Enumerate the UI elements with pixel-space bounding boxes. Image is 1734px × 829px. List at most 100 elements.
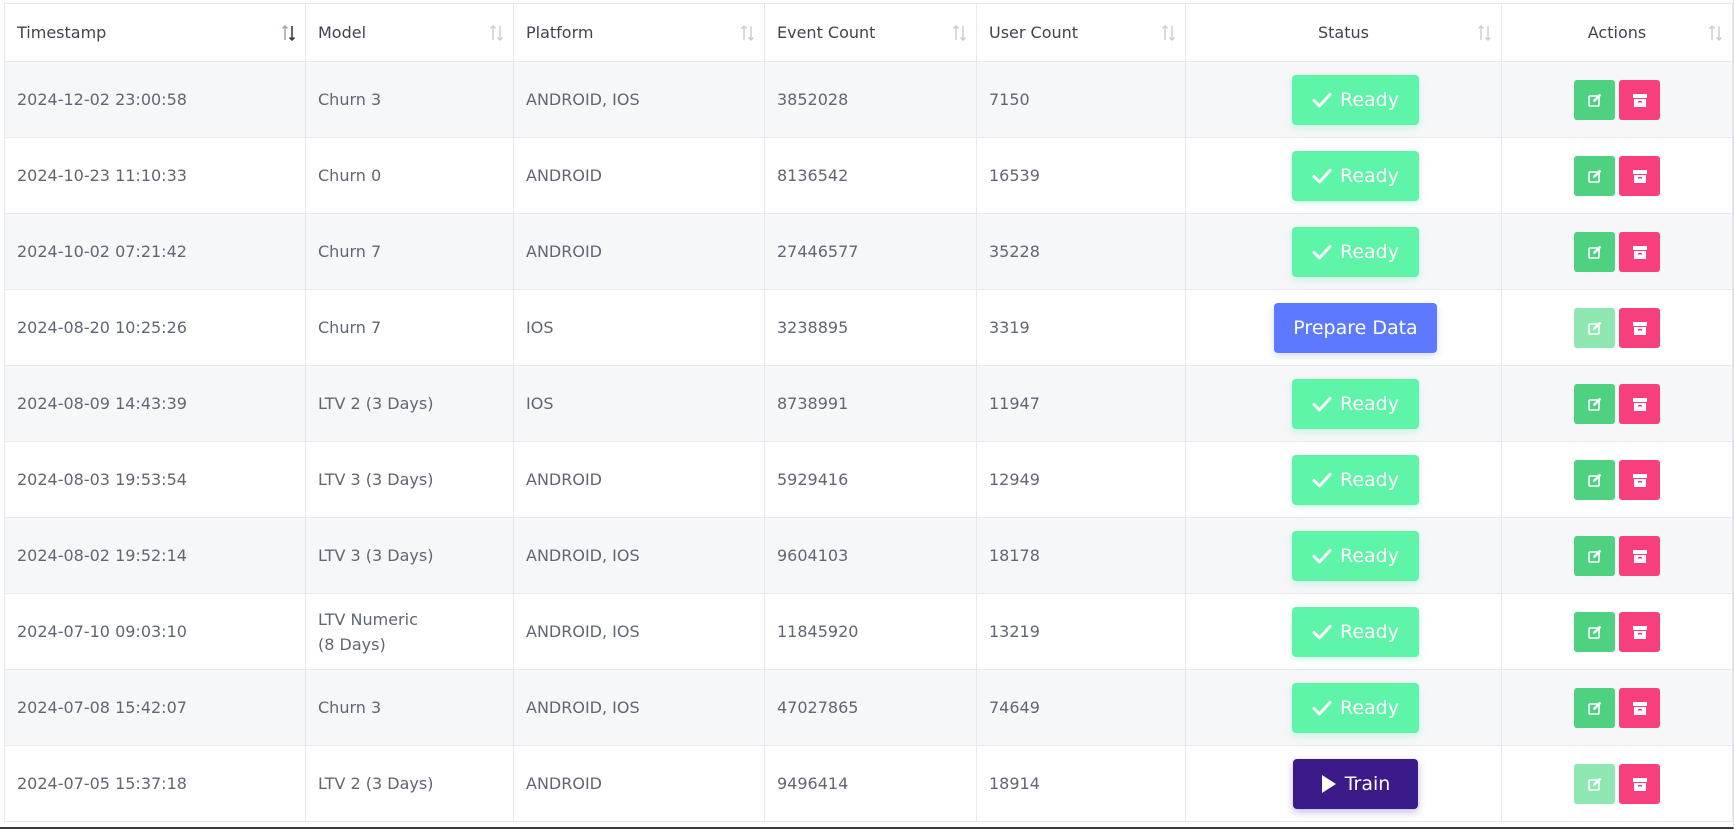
column-header-label: Event Count: [777, 23, 876, 42]
column-header-label: Status: [1318, 23, 1369, 42]
column-header-status[interactable]: Status: [1185, 3, 1502, 62]
play-icon: [1321, 774, 1336, 793]
cell-actions: [1501, 213, 1733, 290]
prepare-data-button[interactable]: Prepare Data: [1274, 302, 1437, 353]
archive-button[interactable]: [1619, 687, 1660, 728]
cell-timestamp: 2024-07-10 09:03:10: [4, 593, 306, 670]
archive-button[interactable]: [1619, 535, 1660, 576]
timestamp-text: 2024-08-03 19:53:54: [17, 470, 187, 489]
user-count-text: 16539: [989, 166, 1040, 185]
edit-button[interactable]: [1574, 763, 1615, 804]
model-text: LTV 2 (3 Days): [318, 394, 434, 413]
model-text-line: LTV Numeric: [318, 609, 418, 629]
user-count-text: 12949: [989, 470, 1040, 489]
archive-icon: [1632, 397, 1647, 411]
status-ready-button[interactable]: Ready: [1292, 74, 1419, 125]
cell-user-count: 18914: [976, 745, 1186, 822]
event-count-text: 27446577: [777, 242, 859, 261]
event-count-text: 11845920: [777, 622, 859, 641]
edit-button[interactable]: [1574, 231, 1615, 272]
check-icon: [1312, 396, 1332, 411]
archive-button[interactable]: [1619, 459, 1660, 500]
column-header-platform[interactable]: Platform: [513, 3, 765, 62]
sort-icon[interactable]: [952, 23, 968, 43]
status-ready-label: Ready: [1340, 620, 1399, 643]
user-count-text: 35228: [989, 242, 1040, 261]
cell-event-count: 9604103: [764, 517, 977, 594]
status-ready-button[interactable]: Ready: [1292, 226, 1419, 277]
cell-status: Ready: [1185, 593, 1502, 670]
sort-icon[interactable]: [1708, 23, 1724, 43]
table-row: 2024-08-02 19:52:14 LTV 3 (3 Days) ANDRO…: [4, 517, 1733, 594]
model-text: Churn 7: [318, 318, 382, 337]
column-header-actions[interactable]: Actions: [1501, 3, 1733, 62]
archive-button[interactable]: [1619, 155, 1660, 196]
table-row: 2024-12-02 23:00:58 Churn 3 ANDROID, IOS…: [4, 61, 1733, 138]
cell-user-count: 35228: [976, 213, 1186, 290]
edit-button[interactable]: [1574, 155, 1615, 196]
platform-text: ANDROID: [526, 242, 602, 261]
edit-button[interactable]: [1574, 459, 1615, 500]
cell-event-count: 3852028: [764, 61, 977, 138]
edit-button[interactable]: [1574, 611, 1615, 652]
cell-timestamp: 2024-08-09 14:43:39: [4, 365, 306, 442]
cell-platform: ANDROID: [513, 213, 765, 290]
status-ready-button[interactable]: Ready: [1292, 530, 1419, 581]
row-actions: [1574, 763, 1660, 804]
edit-button[interactable]: [1574, 535, 1615, 576]
archive-button[interactable]: [1619, 231, 1660, 272]
column-header-event-count[interactable]: Event Count: [764, 3, 977, 62]
status-ready-label: Ready: [1340, 392, 1399, 415]
archive-button[interactable]: [1619, 611, 1660, 652]
archive-button[interactable]: [1619, 383, 1660, 424]
platform-text: ANDROID, IOS: [526, 90, 640, 109]
cell-timestamp: 2024-07-08 15:42:07: [4, 669, 306, 746]
sort-icon[interactable]: [1161, 23, 1177, 43]
edit-button[interactable]: [1574, 79, 1615, 120]
column-header-model[interactable]: Model: [305, 3, 514, 62]
archive-button[interactable]: [1619, 763, 1660, 804]
status-ready-button[interactable]: Ready: [1292, 682, 1419, 733]
archive-button[interactable]: [1619, 79, 1660, 120]
cell-timestamp: 2024-08-20 10:25:26: [4, 289, 306, 366]
cell-event-count: 8136542: [764, 137, 977, 214]
edit-button[interactable]: [1574, 687, 1615, 728]
event-count-text: 9604103: [777, 546, 849, 565]
check-icon: [1312, 472, 1332, 487]
table-row: 2024-10-23 11:10:33 Churn 0 ANDROID 8136…: [4, 137, 1733, 214]
edit-icon: [1587, 473, 1601, 487]
cell-status: Prepare Data: [1185, 289, 1502, 366]
status-ready-button[interactable]: Ready: [1292, 150, 1419, 201]
status-ready-button[interactable]: Ready: [1292, 454, 1419, 505]
cell-platform: IOS: [513, 365, 765, 442]
cell-status: Ready: [1185, 669, 1502, 746]
cell-actions: [1501, 441, 1733, 518]
edit-button[interactable]: [1574, 307, 1615, 348]
archive-icon: [1632, 245, 1647, 259]
timestamp-text: 2024-12-02 23:00:58: [17, 90, 187, 109]
sort-active-icon[interactable]: [281, 23, 297, 43]
row-actions: [1574, 611, 1660, 652]
archive-icon: [1632, 625, 1647, 639]
column-header-user-count[interactable]: User Count: [976, 3, 1186, 62]
edit-button[interactable]: [1574, 383, 1615, 424]
status-ready-button[interactable]: Ready: [1292, 606, 1419, 657]
archive-icon: [1632, 701, 1647, 715]
row-actions: [1574, 231, 1660, 272]
status-ready-button[interactable]: Ready: [1292, 378, 1419, 429]
sort-icon[interactable]: [740, 23, 756, 43]
cell-event-count: 9496414: [764, 745, 977, 822]
model-text: Churn 3: [318, 90, 382, 109]
sort-icon[interactable]: [489, 23, 505, 43]
data-table: Timestamp Model Platform Event Count Use…: [4, 3, 1733, 822]
column-header-timestamp[interactable]: Timestamp: [4, 3, 306, 62]
train-button[interactable]: Train: [1293, 758, 1418, 809]
table-row: 2024-10-02 07:21:42 Churn 7 ANDROID 2744…: [4, 213, 1733, 290]
cell-user-count: 12949: [976, 441, 1186, 518]
platform-text: IOS: [526, 318, 554, 337]
sort-icon[interactable]: [1477, 23, 1493, 43]
prepare-data-label: Prepare Data: [1293, 316, 1418, 339]
cell-status: Ready: [1185, 213, 1502, 290]
model-text: LTV 2 (3 Days): [318, 774, 434, 793]
archive-button[interactable]: [1619, 307, 1660, 348]
